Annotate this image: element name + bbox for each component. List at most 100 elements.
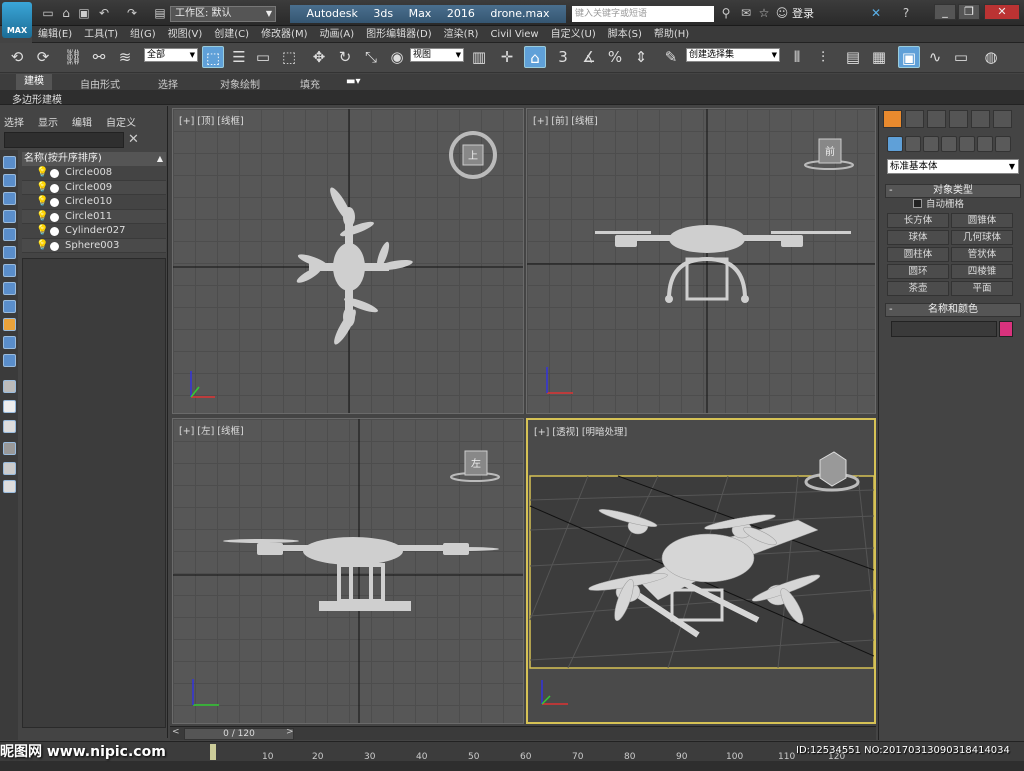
keyboard-shortcut-icon[interactable]: ⌂ [524, 46, 546, 68]
close-icon[interactable]: ✕ [128, 132, 139, 147]
filter-frozen-icon[interactable] [3, 336, 16, 349]
explorer-column-header[interactable]: 名称(按升序排序) ▲ [22, 152, 166, 166]
communication-icon[interactable]: ✉ [738, 5, 754, 21]
angle-snap-icon[interactable]: ∡ [578, 46, 600, 68]
layer-icon[interactable] [3, 480, 16, 493]
app-menu-button[interactable]: MAX [2, 2, 32, 38]
plane-button[interactable]: 平面 [951, 281, 1013, 296]
tube-button[interactable]: 管状体 [951, 247, 1013, 262]
viewport-front[interactable]: [+] [前] [线框] 前 [526, 108, 876, 414]
close-button[interactable]: ✕ [984, 4, 1020, 20]
list-item[interactable]: 💡 Circle008 [22, 166, 166, 181]
pyramid-button[interactable]: 四棱锥 [951, 264, 1013, 279]
utilities-tab-icon[interactable] [993, 110, 1012, 128]
menu-animation[interactable]: 动画(A) [314, 26, 361, 43]
open-file-icon[interactable]: ⌂ [58, 5, 74, 21]
list-item[interactable]: 💡 Circle009 [22, 180, 166, 195]
menu-rendering[interactable]: 渲染(R) [438, 26, 485, 43]
explorer-search-input[interactable] [4, 132, 124, 148]
redo-icon[interactable]: ↷ [124, 5, 140, 21]
login-link[interactable]: 登录 [792, 6, 814, 22]
schematic-view-icon[interactable]: ▭ [950, 46, 972, 68]
shapes-icon[interactable] [905, 136, 921, 152]
display-all-icon[interactable] [3, 380, 16, 393]
menu-tools[interactable]: 工具(T) [78, 26, 124, 43]
light-bulb-icon[interactable]: 💡 [36, 195, 48, 209]
select-object-icon[interactable]: ⬚ [202, 46, 224, 68]
viewport-perspective[interactable]: [+] [透视] [明暗处理] [526, 418, 876, 724]
tab-object-paint[interactable]: 对象绘制 [220, 76, 260, 91]
explorer-menu-select[interactable]: 选择 [4, 114, 24, 129]
redo-icon[interactable]: ⟳ [32, 46, 54, 68]
undo-icon[interactable]: ⟲ [6, 46, 28, 68]
viewport-label[interactable]: [+] [前] [线框] [533, 113, 598, 127]
menu-help[interactable]: 帮助(H) [648, 26, 695, 43]
filter-hidden-icon[interactable] [3, 354, 16, 367]
layer-manager-icon[interactable]: ▤ [842, 46, 864, 68]
selection-filter-dropdown[interactable]: 全部 ▼ [144, 48, 198, 62]
reference-coord-dropdown[interactable]: 视图 ▼ [410, 48, 464, 62]
unlink-icon[interactable]: ⚯ [88, 46, 110, 68]
tab-populate[interactable]: 填充 [300, 76, 320, 91]
filter-xrefs-icon[interactable] [3, 282, 16, 295]
menu-group[interactable]: 组(G) [124, 26, 162, 43]
menu-graph-editors[interactable]: 图形编辑器(D) [360, 26, 438, 43]
cylinder-button[interactable]: 圆柱体 [887, 247, 949, 262]
viewport-top[interactable]: [+] [顶] [线框] 上 [172, 108, 524, 414]
restore-button[interactable]: ❐ [958, 4, 980, 20]
cone-button[interactable]: 圆锥体 [951, 213, 1013, 228]
undo-icon[interactable]: ↶ [96, 5, 112, 21]
edit-named-sets-icon[interactable]: ✎ [660, 46, 682, 68]
light-bulb-icon[interactable]: 💡 [36, 166, 48, 180]
user-icon[interactable]: ☺ [774, 5, 790, 21]
light-bulb-icon[interactable]: 💡 [36, 210, 48, 224]
snaps-toggle-icon[interactable]: 3 [552, 46, 574, 68]
menu-scripting[interactable]: 脚本(S) [602, 26, 648, 43]
viewport-label[interactable]: [+] [透视] [明暗处理] [534, 424, 627, 438]
torus-button[interactable]: 圆环 [887, 264, 949, 279]
viewcube-top[interactable]: 上 [449, 131, 497, 179]
percent-snap-icon[interactable]: % [604, 46, 626, 68]
tab-freeform[interactable]: 自由形式 [80, 76, 120, 91]
filter-groups-icon[interactable] [3, 264, 16, 277]
viewport-label[interactable]: [+] [左] [线框] [179, 423, 244, 437]
menu-modifiers[interactable]: 修改器(M) [255, 26, 313, 43]
mirror-icon[interactable]: ⫴ [786, 46, 808, 68]
sphere-button[interactable]: 球体 [887, 230, 949, 245]
spinner-snap-icon[interactable]: ⇕ [630, 46, 652, 68]
rect-selection-icon[interactable]: ▭ [252, 46, 274, 68]
chevron-left-icon[interactable]: < [172, 727, 180, 737]
menu-views[interactable]: 视图(V) [162, 26, 209, 43]
toggle-ribbon-icon[interactable]: ▦ [868, 46, 890, 68]
link-icon[interactable]: ⛓ [62, 46, 84, 68]
filter-lights-icon[interactable] [3, 192, 16, 205]
select-by-name-icon[interactable]: ☰ [228, 46, 250, 68]
display-none-icon[interactable] [3, 400, 16, 413]
light-bulb-icon[interactable]: 💡 [36, 181, 48, 195]
minimize-button[interactable]: _ [934, 4, 956, 20]
motion-tab-icon[interactable] [949, 110, 968, 128]
list-item[interactable]: 💡 Circle011 [22, 209, 166, 224]
systems-icon[interactable] [995, 136, 1011, 152]
menu-customize[interactable]: 自定义(U) [545, 26, 602, 43]
tab-modeling[interactable]: 建模 [16, 74, 52, 90]
object-color-swatch[interactable] [999, 321, 1013, 337]
light-bulb-icon[interactable]: 💡 [36, 239, 48, 253]
window-crossing-icon[interactable]: ⬚ [278, 46, 300, 68]
time-slider-thumb[interactable]: 0 / 120 [184, 728, 294, 740]
filter-shapes-icon[interactable] [3, 174, 16, 187]
material-editor-icon[interactable]: ◍ [980, 46, 1002, 68]
spacewarps-icon[interactable] [977, 136, 993, 152]
scene-explorer-icon[interactable]: ▣ [898, 46, 920, 68]
menu-create[interactable]: 创建(C) [208, 26, 255, 43]
time-slider[interactable]: < 0 / 120 > [170, 726, 876, 740]
scale-icon[interactable]: ⤡ [360, 46, 382, 68]
binoculars-icon[interactable]: ⚲ [718, 5, 734, 21]
helpers-icon[interactable] [959, 136, 975, 152]
tab-selection[interactable]: 选择 [158, 76, 178, 91]
ribbon-options-icon[interactable]: ▬▾ [346, 76, 360, 87]
viewport-left[interactable]: [+] [左] [线框] 左 [172, 418, 524, 724]
filter-containers-icon[interactable] [3, 318, 16, 331]
exchange-icon[interactable]: ✕ [868, 5, 884, 21]
filter-geometry-icon[interactable] [3, 156, 16, 169]
